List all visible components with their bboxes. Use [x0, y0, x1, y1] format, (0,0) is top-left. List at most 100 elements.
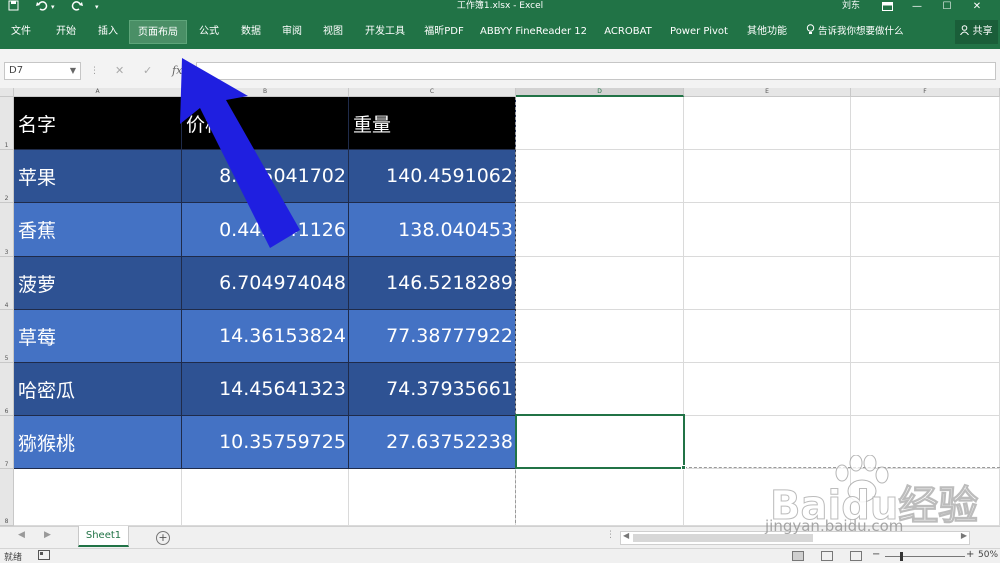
grid-cell[interactable] [684, 469, 851, 526]
table-cell-name[interactable]: 草莓 [14, 310, 182, 363]
prev-sheet-icon[interactable]: ◀ [18, 530, 25, 540]
table-cell-price[interactable]: 14.36153824 [182, 310, 349, 363]
column-header-f[interactable]: F [851, 88, 1000, 97]
grid-cell[interactable] [516, 469, 684, 526]
scroll-right-icon[interactable]: ▶ [961, 531, 967, 540]
ribbon-display-icon[interactable] [872, 0, 902, 14]
grid-cell[interactable] [851, 257, 1000, 310]
macro-record-icon[interactable] [38, 550, 50, 563]
add-sheet-icon[interactable]: + [156, 531, 170, 545]
tab-home[interactable]: 开始 [48, 20, 84, 44]
table-cell-weight[interactable]: 146.5218289 [349, 257, 516, 310]
normal-view-icon[interactable] [792, 551, 804, 561]
row-header-7[interactable]: 7 [0, 416, 14, 469]
column-header-c[interactable]: C [349, 88, 516, 97]
formula-input[interactable] [196, 62, 996, 80]
grid-cell[interactable] [851, 416, 1000, 469]
page-break-view-icon[interactable] [850, 551, 862, 561]
grid-cell[interactable] [516, 97, 684, 150]
row-header-3[interactable]: 3 [0, 203, 14, 257]
table-cell-weight[interactable]: 77.38777922 [349, 310, 516, 363]
zoom-level[interactable]: 50% [978, 550, 998, 560]
row-header-1[interactable]: 1 [0, 97, 14, 150]
grid-cell[interactable] [851, 150, 1000, 203]
tab-developer[interactable]: 开发工具 [360, 20, 410, 44]
page-layout-view-icon[interactable] [821, 551, 833, 561]
grid-cell[interactable] [851, 363, 1000, 416]
grid-cell[interactable] [516, 203, 684, 257]
tab-foxit-pdf[interactable]: 福昕PDF [420, 20, 468, 44]
minimize-icon[interactable]: — [902, 0, 932, 14]
select-all-corner[interactable] [0, 88, 14, 97]
tab-page-layout[interactable]: 页面布局 [129, 20, 187, 44]
grid-cell[interactable] [684, 310, 851, 363]
zoom-slider-knob[interactable] [900, 552, 903, 561]
table-cell-price[interactable]: 10.35759725 [182, 416, 349, 469]
tab-insert[interactable]: 插入 [90, 20, 126, 44]
table-header-weight[interactable]: 重量 [349, 97, 516, 150]
table-cell-name[interactable]: 哈密瓜 [14, 363, 182, 416]
table-header-name[interactable]: 名字 [14, 97, 182, 150]
row-header-6[interactable]: 6 [0, 363, 14, 416]
grid-cell[interactable] [851, 97, 1000, 150]
column-header-a[interactable]: A [14, 88, 182, 97]
grid-cell[interactable] [516, 363, 684, 416]
tab-acrobat[interactable]: ACROBAT [599, 20, 657, 44]
table-cell-price[interactable]: 6.704974048 [182, 257, 349, 310]
scroll-thumb[interactable] [633, 534, 813, 542]
grid-cell[interactable] [182, 469, 349, 526]
horizontal-scrollbar[interactable]: ◀ ▶ [620, 531, 970, 545]
row-header-8[interactable]: 8 [0, 469, 14, 526]
grid-cell[interactable] [516, 150, 684, 203]
table-cell-price[interactable]: 0.442241126 [182, 203, 349, 257]
zoom-in-icon[interactable]: + [966, 549, 974, 560]
grid-cell[interactable] [851, 310, 1000, 363]
grid-cell[interactable] [851, 203, 1000, 257]
grid-cell[interactable] [516, 310, 684, 363]
tab-more-features[interactable]: 其他功能 [743, 20, 791, 44]
tell-me-box[interactable]: 告诉我你想要做什么 [806, 20, 904, 44]
next-sheet-icon[interactable]: ▶ [44, 530, 51, 540]
table-cell-name[interactable]: 苹果 [14, 150, 182, 203]
enter-icon[interactable]: ✓ [143, 62, 152, 80]
selected-cell-d7[interactable] [515, 414, 685, 469]
grid-cell[interactable] [851, 469, 1000, 526]
table-cell-weight[interactable]: 140.4591062 [349, 150, 516, 203]
split-handle-icon[interactable]: ⋮ [606, 530, 615, 540]
close-icon[interactable]: ✕ [962, 0, 992, 14]
zoom-slider[interactable] [885, 556, 965, 557]
grid-cell[interactable] [684, 97, 851, 150]
grid-cell[interactable] [684, 257, 851, 310]
table-cell-name[interactable]: 香蕉 [14, 203, 182, 257]
more-options-icon[interactable]: ⋮ [90, 62, 99, 80]
tab-abbyy[interactable]: ABBYY FineReader 12 [480, 20, 587, 44]
grid-cell[interactable] [14, 469, 182, 526]
table-header-price[interactable]: 价格 [182, 97, 349, 150]
grid-cell[interactable] [684, 150, 851, 203]
insert-function-icon[interactable]: fx [172, 62, 182, 80]
table-cell-name[interactable]: 猕猴桃 [14, 416, 182, 469]
fill-handle[interactable] [681, 465, 686, 470]
user-name[interactable]: 刘东 [842, 0, 860, 13]
zoom-out-icon[interactable]: − [872, 549, 880, 560]
grid-cell[interactable] [684, 363, 851, 416]
tab-data[interactable]: 数据 [233, 20, 269, 44]
row-header-4[interactable]: 4 [0, 257, 14, 310]
column-header-e[interactable]: E [684, 88, 851, 97]
table-cell-name[interactable]: 菠萝 [14, 257, 182, 310]
grid-cell[interactable] [684, 203, 851, 257]
row-header-2[interactable]: 2 [0, 150, 14, 203]
table-cell-weight[interactable]: 27.63752238 [349, 416, 516, 469]
chevron-down-icon[interactable]: ▼ [70, 63, 76, 79]
table-cell-weight[interactable]: 138.040453 [349, 203, 516, 257]
share-button[interactable]: 共享 [955, 20, 998, 44]
tab-file[interactable]: 文件 [4, 20, 38, 44]
table-cell-weight[interactable]: 74.37935661 [349, 363, 516, 416]
grid-cell[interactable] [349, 469, 516, 526]
table-cell-price[interactable]: 14.45641323 [182, 363, 349, 416]
maximize-icon[interactable]: ☐ [932, 0, 962, 14]
column-header-b[interactable]: B [182, 88, 349, 97]
tab-power-pivot[interactable]: Power Pivot [668, 20, 730, 44]
cancel-icon[interactable]: ✕ [115, 62, 124, 80]
column-header-d[interactable]: D [516, 88, 684, 97]
